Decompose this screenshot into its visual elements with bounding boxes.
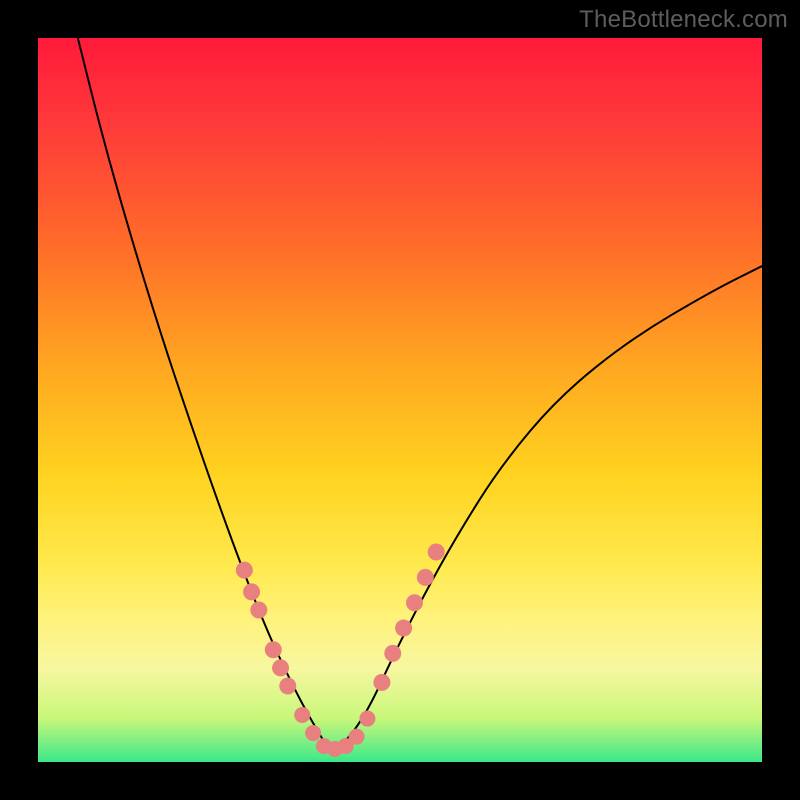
- marker-dot: [349, 729, 365, 745]
- marker-dot: [417, 569, 434, 586]
- plot-area: [38, 38, 762, 762]
- marker-dot: [272, 659, 289, 676]
- marker-dot: [395, 620, 412, 637]
- marker-dot: [406, 594, 423, 611]
- marker-dot: [243, 583, 260, 600]
- marker-dot: [359, 711, 375, 727]
- chart-frame: TheBottleneck.com: [0, 0, 800, 800]
- marker-dot: [294, 707, 310, 723]
- marker-dot: [305, 725, 321, 741]
- marker-dot: [384, 645, 401, 662]
- marker-layer: [236, 544, 445, 757]
- marker-dot: [236, 562, 253, 579]
- marker-dot: [373, 674, 390, 691]
- marker-dot: [428, 544, 445, 561]
- marker-dot: [250, 601, 267, 618]
- curve-path: [78, 38, 762, 748]
- marker-dot: [279, 677, 296, 694]
- chart-svg: [38, 38, 762, 762]
- marker-dot: [265, 641, 282, 658]
- watermark-text: TheBottleneck.com: [579, 6, 788, 34]
